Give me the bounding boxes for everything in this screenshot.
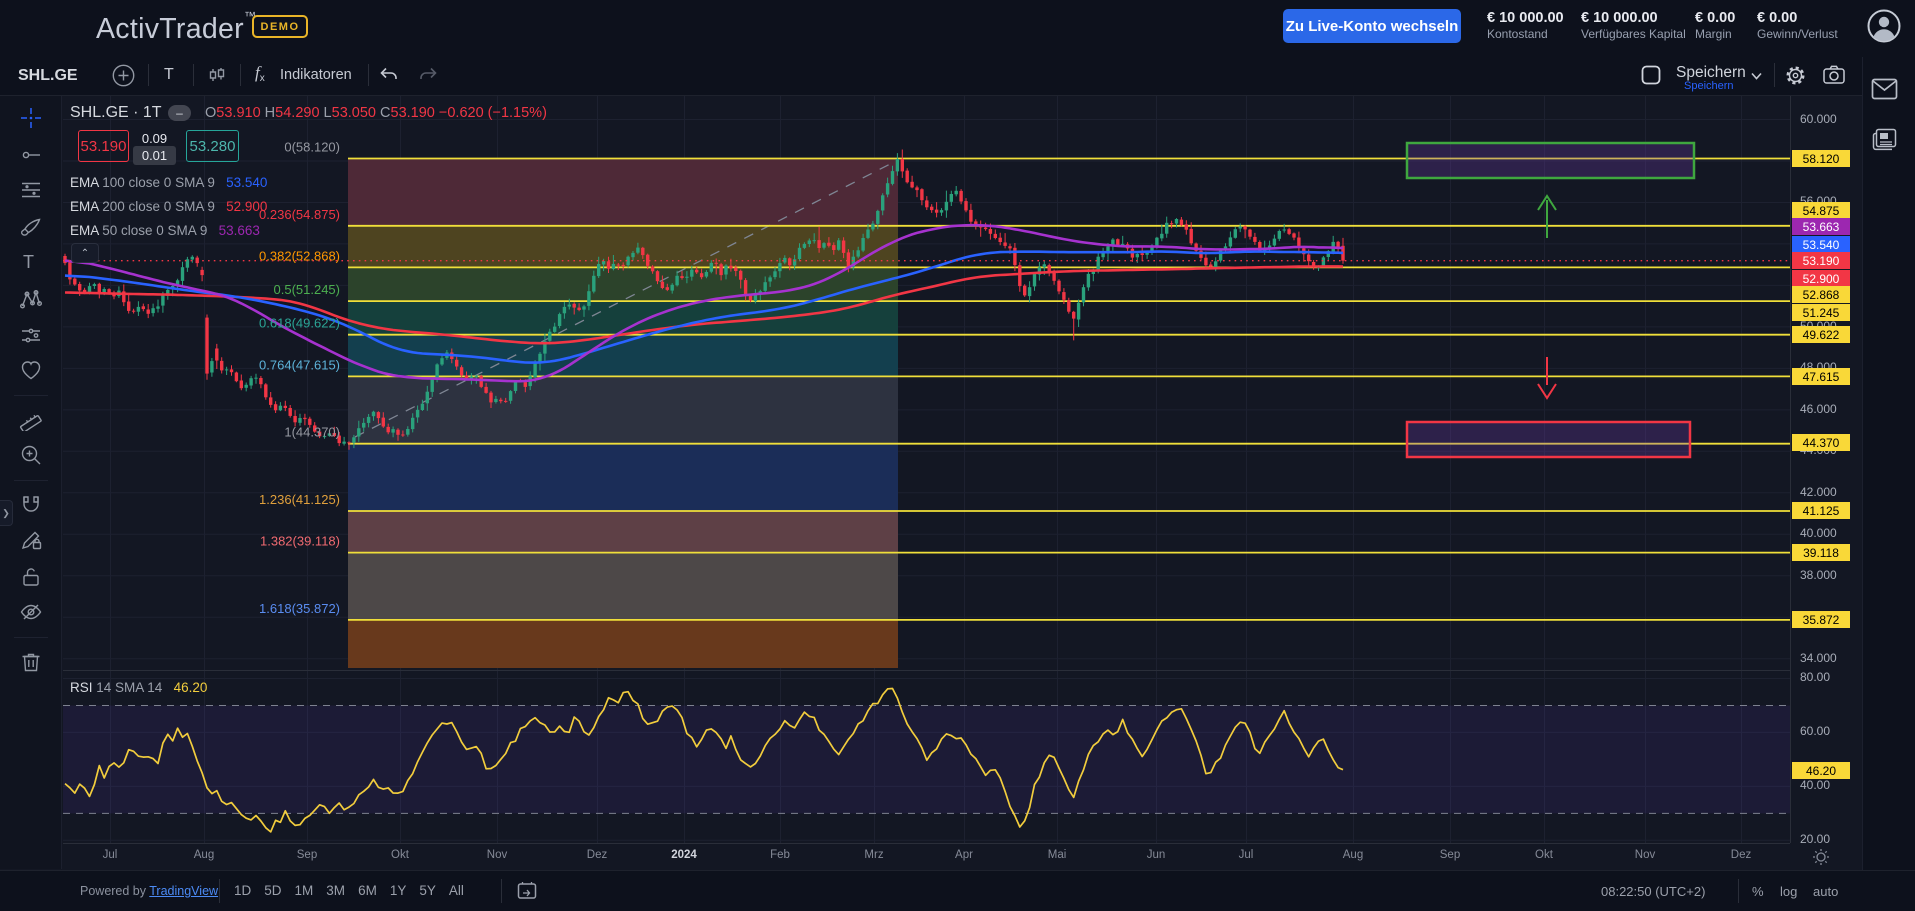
svg-text:1(44.370): 1(44.370)	[284, 425, 340, 440]
svg-text:0.618(49.622): 0.618(49.622)	[259, 316, 340, 331]
svg-text:1.236(41.125): 1.236(41.125)	[259, 492, 340, 507]
svg-text:1.382(39.118): 1.382(39.118)	[260, 534, 340, 549]
svg-text:0(58.120): 0(58.120)	[284, 140, 340, 155]
svg-text:0.236(54.875): 0.236(54.875)	[259, 207, 340, 222]
svg-text:1.618(35.872): 1.618(35.872)	[259, 601, 340, 616]
svg-text:0.382(52.868): 0.382(52.868)	[259, 248, 340, 263]
svg-text:0.764(47.615): 0.764(47.615)	[259, 357, 340, 372]
svg-text:0.5(51.245): 0.5(51.245)	[274, 282, 341, 297]
